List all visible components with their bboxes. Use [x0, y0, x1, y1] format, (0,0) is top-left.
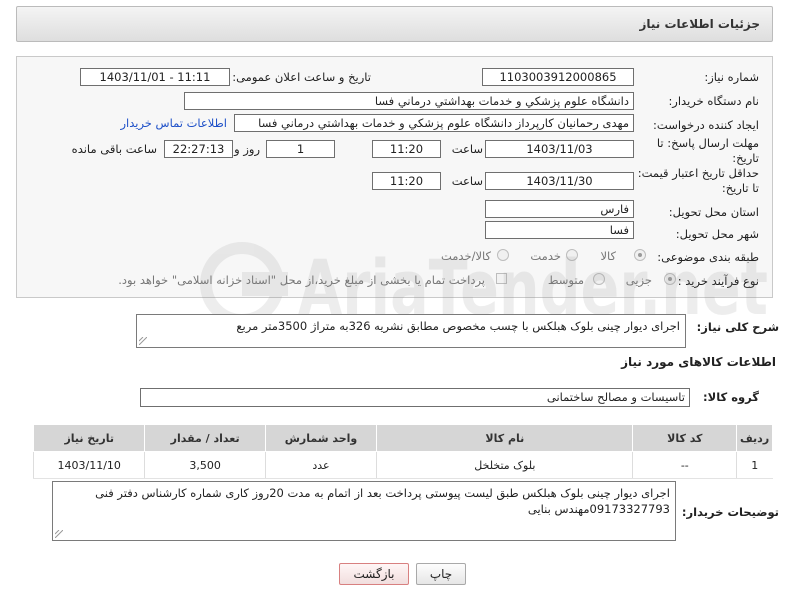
process-option-minor: جزیی	[625, 273, 652, 287]
col-header-need-date: تاریخ نیاز	[32, 424, 146, 452]
col-header-name: نام کالا	[376, 424, 634, 452]
validity-label: حداقل تاریخ اعتبار قیمت: تا تاریخ:	[637, 166, 759, 195]
category-radio-goods[interactable]	[634, 249, 646, 261]
col-header-row: ردیف	[736, 424, 773, 452]
requester-label: ایجاد کننده درخواست:	[653, 118, 759, 132]
goods-group-field: تاسیسات و مصالح ساختمانی	[140, 388, 690, 407]
buyer-org-label: نام دستگاه خریدار:	[668, 94, 759, 108]
remaining-time-label: ساعت باقی مانده	[71, 142, 157, 156]
category-label: طبقه بندی موضوعی:	[657, 250, 759, 264]
cell-unit: عدد	[264, 451, 377, 479]
process-radio-medium[interactable]	[593, 273, 605, 285]
validity-date-field: 1403/11/30	[485, 172, 634, 190]
summary-textarea[interactable]: اجرای دیوار چینی بلوک هبلکس با چسب مخصوص…	[136, 314, 686, 348]
cell-code: --	[632, 451, 737, 479]
summary-text: اجرای دیوار چینی بلوک هبلکس با چسب مخصوص…	[236, 319, 680, 333]
category-radio-service[interactable]	[566, 249, 578, 261]
goods-section-title: اطلاعات کالاهای مورد نیاز	[621, 355, 776, 369]
goods-table-header: ردیف کد کالا نام کالا واحد شمارش تعداد /…	[32, 424, 773, 452]
category-option-service: خدمت	[530, 249, 561, 263]
col-header-code: کد کالا	[632, 424, 738, 452]
payment-treasury-note: پرداخت تمام یا بخشی از مبلغ خرید،از محل …	[118, 273, 485, 287]
cell-need-date: 1403/11/10	[32, 451, 145, 479]
page-title: جزئیات اطلاعات نیاز	[639, 17, 760, 31]
resize-handle-icon	[139, 337, 147, 345]
cell-name: بلوک متخلخل	[376, 451, 633, 479]
buyer-org-field: دانشگاه علوم پزشکي و خدمات بهداشتي درمان…	[184, 92, 634, 110]
city-label: شهر محل تحویل:	[675, 227, 759, 241]
validity-time-label: ساعت	[451, 174, 483, 188]
col-header-quantity: تعداد / مقدار	[144, 424, 266, 452]
table-row: 1 -- بلوک متخلخل عدد 3,500 1403/11/10	[32, 451, 773, 479]
process-label: نوع فرآیند خرید :	[677, 274, 759, 288]
resize-handle-icon	[55, 530, 63, 538]
announce-field: 1403/11/01 - 11:11	[80, 68, 230, 86]
buyer-notes-text: اجرای دیوار چینی بلوک هبلکس طبق لیست پیو…	[95, 486, 670, 516]
deadline-time-label: ساعت	[451, 142, 483, 156]
need-number-label: شماره نیاز:	[704, 70, 759, 84]
days-remaining-field: 1	[266, 140, 335, 158]
days-label: روز و	[234, 142, 260, 156]
process-radio-minor[interactable]	[664, 273, 676, 285]
back-button[interactable]: بازگشت	[339, 563, 409, 585]
contact-buyer-link[interactable]: اطلاعات تماس خریدار	[120, 116, 227, 130]
announce-label: تاریخ و ساعت اعلان عمومی:	[232, 70, 371, 84]
need-number-field: 1103003912000865	[482, 68, 634, 86]
category-radio-goods-service[interactable]	[497, 249, 509, 261]
deadline-label: مهلت ارسال پاسخ: تا تاریخ:	[656, 136, 759, 165]
page-title-bar: جزئیات اطلاعات نیاز	[16, 6, 773, 42]
province-label: استان محل تحویل:	[668, 205, 759, 219]
deadline-date-field: 1403/11/03	[485, 140, 634, 158]
cell-row: 1	[736, 451, 773, 479]
province-field: فارس	[485, 200, 634, 218]
process-option-medium: متوسط	[547, 273, 584, 287]
category-option-goods-service: کالا/خدمت	[440, 249, 491, 263]
goods-group-label: گروه کالا:	[703, 390, 759, 404]
col-header-unit: واحد شمارش	[264, 424, 378, 452]
buyer-notes-textarea[interactable]: اجرای دیوار چینی بلوک هبلکس طبق لیست پیو…	[52, 481, 676, 541]
cell-quantity: 3,500	[144, 451, 266, 479]
goods-table: ردیف کد کالا نام کالا واحد شمارش تعداد /…	[32, 424, 773, 479]
category-option-goods: کالا	[600, 249, 616, 263]
requester-field: مهدی رحمانیان کارپرداز دانشگاه علوم پزشک…	[234, 114, 634, 132]
print-button[interactable]: چاپ	[416, 563, 466, 585]
deadline-time-field: 11:20	[372, 140, 441, 158]
remaining-time-field: 22:27:13	[164, 140, 233, 158]
buyer-notes-label: توضیحات خریدار:	[681, 505, 779, 519]
payment-treasury-checkbox[interactable]	[496, 273, 507, 284]
validity-time-field: 11:20	[372, 172, 441, 190]
city-field: فسا	[485, 221, 634, 239]
summary-label: شرح کلی نیاز:	[696, 320, 779, 334]
